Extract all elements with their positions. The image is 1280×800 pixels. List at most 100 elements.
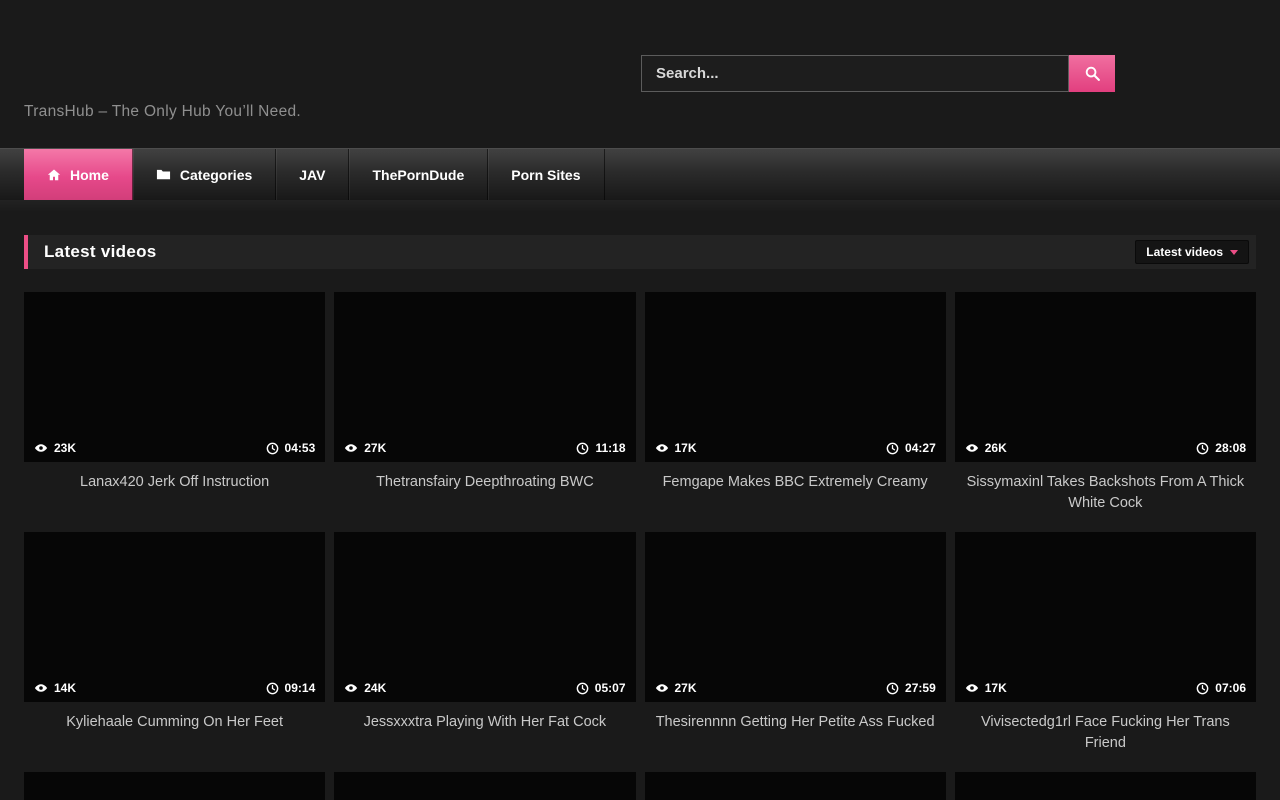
video-title[interactable]: Vivisectedg1rl Face Fucking Her Trans Fr… <box>955 702 1256 772</box>
video-grid: 23K 04:53 Lanax420 Jerk Off Instruction <box>24 292 1256 772</box>
video-thumbnail[interactable] <box>334 772 635 800</box>
video-card[interactable]: 27K 11:18 Thetransfairy Deepthroating BW… <box>334 292 635 532</box>
video-title[interactable]: Femgape Makes BBC Extremely Creamy <box>645 462 946 532</box>
eye-icon <box>34 681 48 695</box>
views-stat: 24K <box>344 681 386 695</box>
page: TransHub – The Only Hub You’ll Need. Hom… <box>0 0 1280 800</box>
video-stats: 17K 04:27 <box>645 435 946 462</box>
eye-icon <box>655 681 669 695</box>
clock-icon <box>266 682 279 695</box>
eye-icon <box>655 441 669 455</box>
video-card[interactable]: 14K 09:14 Kyliehaale Cumming On Her Feet <box>24 532 325 772</box>
duration: 11:18 <box>595 441 625 455</box>
video-card[interactable]: 17K 04:27 Femgape Makes BBC Extremely Cr… <box>645 292 946 532</box>
view-count: 27K <box>364 441 386 455</box>
views-stat: 14K <box>34 681 76 695</box>
section-header: Latest videos Latest videos <box>24 235 1256 269</box>
eye-icon <box>965 681 979 695</box>
clock-icon <box>266 442 279 455</box>
views-stat: 17K <box>655 441 697 455</box>
views-stat: 17K <box>965 681 1007 695</box>
eye-icon <box>34 441 48 455</box>
video-stats: 17K 07:06 <box>955 675 1256 702</box>
video-stats: 24K 05:07 <box>334 675 635 702</box>
video-thumbnail[interactable]: 17K 04:27 <box>645 292 946 462</box>
views-stat: 27K <box>344 441 386 455</box>
video-thumbnail[interactable]: 17K 07:06 <box>955 532 1256 702</box>
duration-stat: 05:07 <box>576 681 626 695</box>
view-count: 17K <box>985 681 1007 695</box>
video-thumbnail[interactable]: 23K 04:53 <box>24 292 325 462</box>
nav-item-theporndude[interactable]: ThePornDude <box>349 149 488 200</box>
video-stats: 23K 04:53 <box>24 435 325 462</box>
clock-icon <box>1196 442 1209 455</box>
duration-stat: 09:14 <box>266 681 316 695</box>
video-card[interactable] <box>955 772 1256 800</box>
video-thumbnail[interactable]: 24K 05:07 <box>334 532 635 702</box>
video-thumbnail[interactable]: 14K 09:14 <box>24 532 325 702</box>
nav-shadow <box>0 200 1280 212</box>
duration: 07:06 <box>1215 681 1246 695</box>
video-card[interactable] <box>645 772 946 800</box>
folder-icon <box>156 168 171 181</box>
view-count: 26K <box>985 441 1007 455</box>
magnifier-icon <box>1084 65 1101 82</box>
duration: 04:53 <box>285 441 316 455</box>
video-stats: 27K 11:18 <box>334 435 635 462</box>
views-stat: 23K <box>34 441 76 455</box>
video-title[interactable]: Thetransfairy Deepthroating BWC <box>334 462 635 532</box>
eye-icon <box>344 441 358 455</box>
video-stats: 27K 27:59 <box>645 675 946 702</box>
search-button[interactable] <box>1069 55 1115 92</box>
video-card[interactable]: 23K 04:53 Lanax420 Jerk Off Instruction <box>24 292 325 532</box>
eye-icon <box>965 441 979 455</box>
sort-dropdown-label: Latest videos <box>1146 245 1223 259</box>
duration-stat: 04:53 <box>266 441 316 455</box>
video-card[interactable]: 24K 05:07 Jessxxxtra Playing With Her Fa… <box>334 532 635 772</box>
video-card[interactable] <box>334 772 635 800</box>
nav-item-home[interactable]: Home <box>24 149 133 200</box>
view-count: 14K <box>54 681 76 695</box>
video-thumbnail[interactable] <box>24 772 325 800</box>
section-title: Latest videos <box>44 242 157 262</box>
video-thumbnail[interactable] <box>955 772 1256 800</box>
search-input[interactable] <box>641 55 1069 92</box>
video-thumbnail[interactable] <box>645 772 946 800</box>
clock-icon <box>1196 682 1209 695</box>
duration-stat: 27:59 <box>886 681 936 695</box>
view-count: 27K <box>675 681 697 695</box>
nav-item-porn-sites[interactable]: Porn Sites <box>488 149 604 200</box>
site-header: TransHub – The Only Hub You’ll Need. <box>0 0 1280 148</box>
nav-item-jav[interactable]: JAV <box>276 149 349 200</box>
video-thumbnail[interactable]: 26K 28:08 <box>955 292 1256 462</box>
main-nav: Home Categories JAV ThePornDude Porn Sit… <box>0 148 1280 200</box>
view-count: 24K <box>364 681 386 695</box>
video-title[interactable]: Lanax420 Jerk Off Instruction <box>24 462 325 532</box>
duration-stat: 28:08 <box>1196 441 1246 455</box>
video-card[interactable]: 17K 07:06 Vivisectedg1rl Face Fucking He… <box>955 532 1256 772</box>
video-title[interactable]: Jessxxxtra Playing With Her Fat Cock <box>334 702 635 772</box>
duration: 04:27 <box>905 441 936 455</box>
sort-dropdown-button[interactable]: Latest videos <box>1135 240 1249 264</box>
duration: 09:14 <box>285 681 316 695</box>
video-card[interactable]: 26K 28:08 Sissymaxinl Takes Backshots Fr… <box>955 292 1256 532</box>
duration: 27:59 <box>905 681 936 695</box>
video-thumbnail[interactable]: 27K 11:18 <box>334 292 635 462</box>
video-title[interactable]: Thesirennnn Getting Her Petite Ass Fucke… <box>645 702 946 772</box>
nav-item-categories[interactable]: Categories <box>133 149 276 200</box>
home-icon <box>47 168 61 182</box>
site-tagline: TransHub – The Only Hub You’ll Need. <box>24 103 301 121</box>
search-bar <box>641 55 1115 92</box>
video-stats: 14K 09:14 <box>24 675 325 702</box>
clock-icon <box>886 682 899 695</box>
caret-down-icon <box>1230 250 1238 255</box>
video-title[interactable]: Kyliehaale Cumming On Her Feet <box>24 702 325 772</box>
video-grid-partial-row <box>24 772 1256 800</box>
views-stat: 27K <box>655 681 697 695</box>
video-card[interactable] <box>24 772 325 800</box>
video-card[interactable]: 27K 27:59 Thesirennnn Getting Her Petite… <box>645 532 946 772</box>
eye-icon <box>344 681 358 695</box>
video-thumbnail[interactable]: 27K 27:59 <box>645 532 946 702</box>
main-content: Latest videos Latest videos 23K <box>0 235 1280 800</box>
video-title[interactable]: Sissymaxinl Takes Backshots From A Thick… <box>955 462 1256 532</box>
